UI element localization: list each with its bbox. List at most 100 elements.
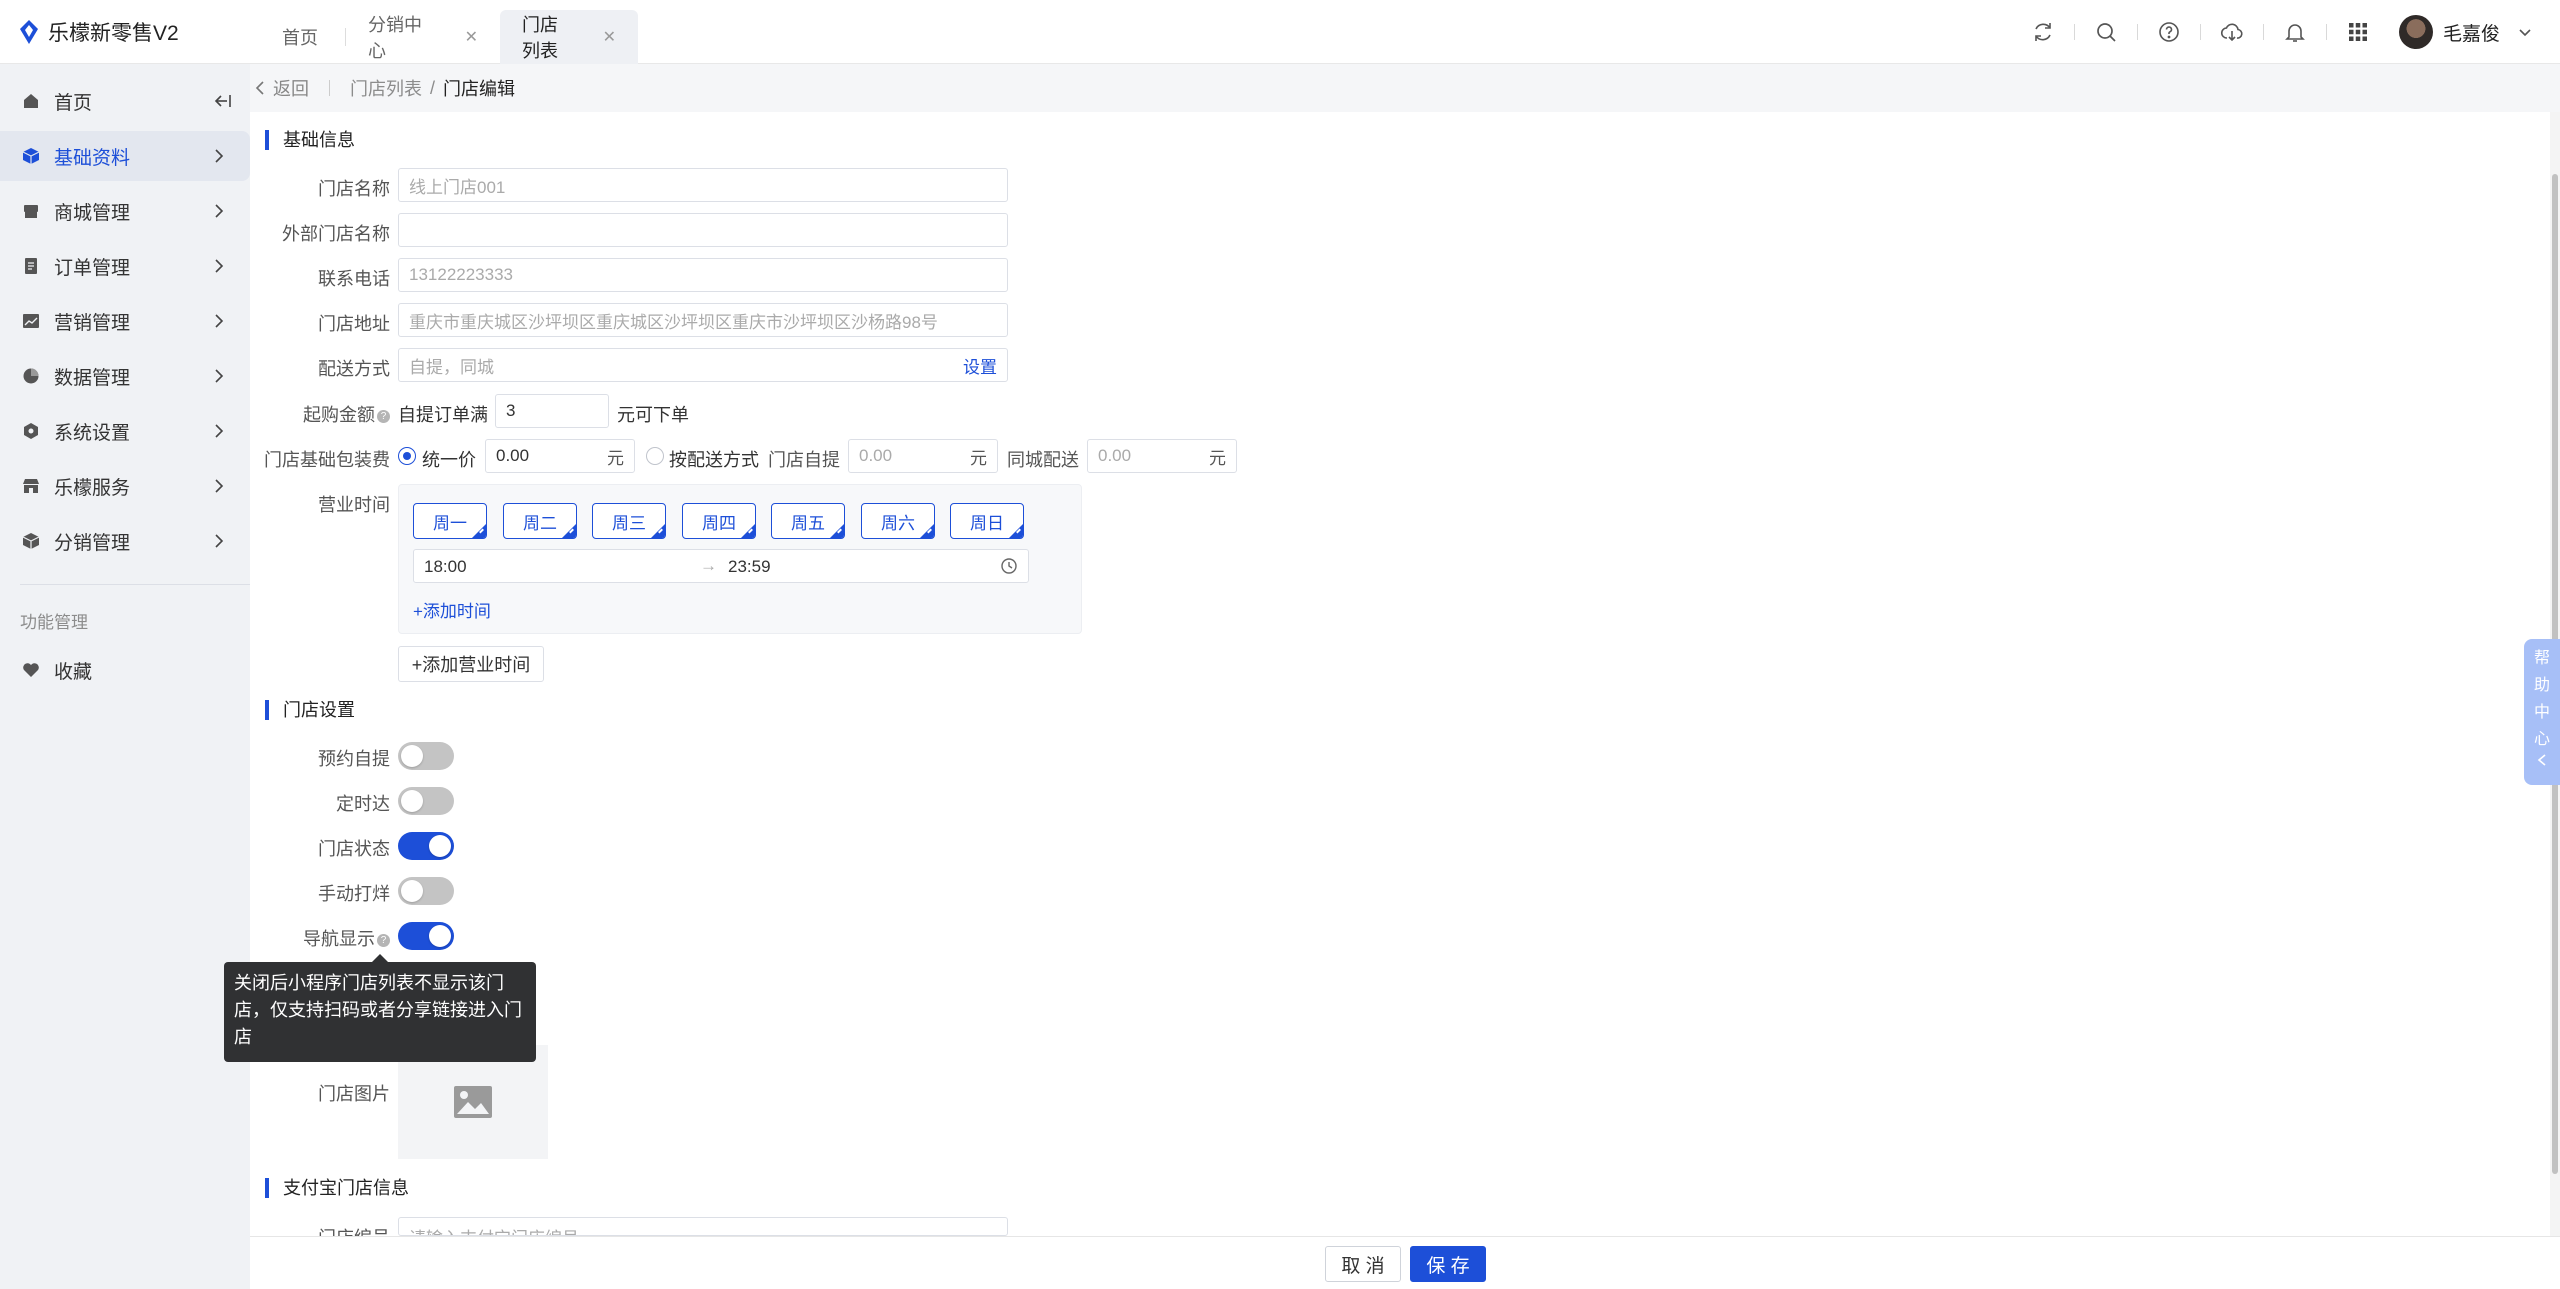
toggle-pickup-booking[interactable] xyxy=(398,742,454,770)
close-icon[interactable]: ✕ xyxy=(603,27,616,47)
info-icon[interactable]: ? xyxy=(377,933,390,947)
collapse-sidebar-icon[interactable] xyxy=(214,93,232,109)
unit-label: 元 xyxy=(1209,448,1226,468)
day-toggle-tue[interactable]: 周二 xyxy=(503,503,577,539)
address-input[interactable]: 重庆市重庆城区沙坪坝区重庆城区沙坪坝区重庆市沙坪坝区沙杨路98号 xyxy=(398,303,1008,337)
time-start[interactable]: 18:00 xyxy=(424,557,467,577)
tool-divider xyxy=(2325,24,2327,40)
help-circle-icon[interactable] xyxy=(2156,19,2182,45)
navigation-display-tooltip: 关闭后小程序门店列表不显示该门店，仅支持扫码或者分享链接进入门店 xyxy=(224,954,536,1062)
min-order-suffix: 元可下单 xyxy=(617,405,689,425)
section-title-alipay: 支付宝门店信息 xyxy=(265,1178,409,1198)
add-time-link[interactable]: +添加时间 xyxy=(413,597,491,622)
sidebar-item-label: 商城管理 xyxy=(54,202,131,224)
main-content: 返回 门店列表 / 门店编辑 基础信息 门店名称 线上门店001 外部门店名称 … xyxy=(224,64,2560,1289)
sidebar-item-basic-data[interactable]: 基础资料 xyxy=(0,131,250,181)
tool-divider xyxy=(2262,24,2264,40)
toggle-label: 预约自提 xyxy=(318,749,390,769)
by-delivery-label[interactable]: 按配送方式 xyxy=(669,446,759,472)
order-document-icon xyxy=(25,258,37,274)
min-order-label-text: 起购金额 xyxy=(303,405,375,425)
avatar[interactable] xyxy=(2398,15,2433,49)
home-icon xyxy=(24,94,38,108)
city-fee-value: 0.00 xyxy=(1098,446,1132,465)
sidebar-group-label: 功能管理 xyxy=(20,613,88,632)
breadcrumb-parent[interactable]: 门店列表 xyxy=(350,75,422,101)
shop-icon xyxy=(24,205,38,218)
sidebar-item-mall[interactable]: 商城管理 xyxy=(0,186,250,236)
pickup-fee-value: 0.00 xyxy=(859,446,893,465)
toggle-label: 手动打烊 xyxy=(318,884,390,904)
min-order-value: 3 xyxy=(506,401,516,420)
tab-distribution-center[interactable]: 分销中心 ✕ xyxy=(346,10,500,64)
toggle-label: 导航显示 xyxy=(303,929,375,949)
delivery-settings-link[interactable]: 设置 xyxy=(963,353,997,378)
toggle-store-status[interactable] xyxy=(398,832,454,860)
sidebar-item-services[interactable]: 乐檬服务 xyxy=(0,461,250,511)
alipay-store-no-input[interactable]: 请输入支付宝门店编号 xyxy=(398,1217,1008,1236)
radio-unified-price[interactable] xyxy=(398,447,416,465)
day-toggle-thu[interactable]: 周四 xyxy=(682,503,756,539)
time-range-picker[interactable]: 18:00 → 23:59 xyxy=(413,549,1029,583)
sidebar-item-marketing[interactable]: 营销管理 xyxy=(0,296,250,346)
unified-price-label[interactable]: 统一价 xyxy=(422,446,476,472)
sidebar-item-data[interactable]: 数据管理 xyxy=(0,351,250,401)
store-name-input[interactable]: 线上门店001 xyxy=(398,168,1008,202)
header-tools: 毛嘉俊 xyxy=(2012,12,2534,52)
save-button[interactable]: 保 存 xyxy=(1410,1246,1486,1282)
tab-home[interactable]: 首页 xyxy=(260,10,346,64)
sidebar-item-label: 营销管理 xyxy=(54,312,131,334)
search-icon[interactable] xyxy=(2093,19,2119,45)
close-icon[interactable]: ✕ xyxy=(465,27,478,47)
day-toggle-fri[interactable]: 周五 xyxy=(771,503,845,539)
image-upload[interactable] xyxy=(398,1045,548,1159)
back-link[interactable]: 返回 xyxy=(255,75,309,101)
add-hours-button[interactable]: +添加营业时间 xyxy=(398,646,544,682)
time-end[interactable]: 23:59 xyxy=(728,557,771,577)
chevron-left-icon xyxy=(255,81,264,95)
breadcrumb-divider xyxy=(329,80,330,96)
cloud-download-icon[interactable] xyxy=(2219,19,2245,45)
day-toggle-sun[interactable]: 周日 xyxy=(950,503,1024,539)
day-toggle-wed[interactable]: 周三 xyxy=(592,503,666,539)
sidebar-item-favorites[interactable]: 收藏 xyxy=(0,645,250,695)
help-char: 帮 xyxy=(2533,650,2550,667)
day-toggle-sat[interactable]: 周六 xyxy=(861,503,935,539)
toggle-navigation-display[interactable] xyxy=(398,922,454,950)
min-order-input[interactable]: 3 xyxy=(495,394,609,428)
info-icon[interactable]: ? xyxy=(377,409,390,423)
day-toggle-mon[interactable]: 周一 xyxy=(413,503,487,539)
tool-divider xyxy=(2199,24,2201,40)
address-placeholder: 重庆市重庆城区沙坪坝区重庆城区沙坪坝区重庆市沙坪坝区沙杨路98号 xyxy=(409,312,938,332)
pickup-fee-input[interactable]: 0.00 元 xyxy=(848,439,998,473)
phone-input[interactable]: 13122223333 xyxy=(398,258,1008,292)
refresh-icon[interactable] xyxy=(2030,19,2056,45)
back-label: 返回 xyxy=(273,79,309,99)
address-label: 门店地址 xyxy=(318,314,390,334)
sidebar-item-orders[interactable]: 订单管理 xyxy=(0,241,250,291)
toggle-label-with-info: 导航显示? xyxy=(250,925,390,951)
tab-store-list[interactable]: 门店列表 ✕ xyxy=(500,10,638,64)
cancel-button[interactable]: 取 消 xyxy=(1325,1246,1401,1282)
help-center-tab[interactable]: 帮 助 中 心 xyxy=(2524,639,2560,785)
external-name-input[interactable] xyxy=(398,213,1008,247)
app-logo[interactable]: 乐檬新零售V2 xyxy=(18,18,179,46)
sidebar-item-system-settings[interactable]: 系统设置 xyxy=(0,406,250,456)
tool-divider xyxy=(2073,24,2075,40)
bell-icon[interactable] xyxy=(2282,19,2308,45)
sidebar-item-label: 基础资料 xyxy=(54,147,131,169)
sidebar-item-distribution[interactable]: 分销管理 xyxy=(0,516,250,566)
sidebar-item-home[interactable]: 首页 xyxy=(0,76,250,126)
help-char: 助 xyxy=(2533,677,2550,694)
toggle-scheduled-delivery[interactable] xyxy=(398,787,454,815)
apps-grid-icon[interactable] xyxy=(2345,19,2371,45)
city-fee-input[interactable]: 0.00 元 xyxy=(1087,439,1237,473)
tab-label: 门店列表 xyxy=(522,15,558,61)
chevron-down-icon[interactable] xyxy=(2516,23,2534,41)
unified-price-input[interactable]: 0.00 元 xyxy=(485,439,635,473)
radio-by-delivery[interactable] xyxy=(646,447,664,465)
breadcrumb-separator: / xyxy=(430,77,436,98)
user-name[interactable]: 毛嘉俊 xyxy=(2443,19,2500,46)
toggle-manual-close[interactable] xyxy=(398,877,454,905)
chevron-right-icon xyxy=(215,479,224,493)
